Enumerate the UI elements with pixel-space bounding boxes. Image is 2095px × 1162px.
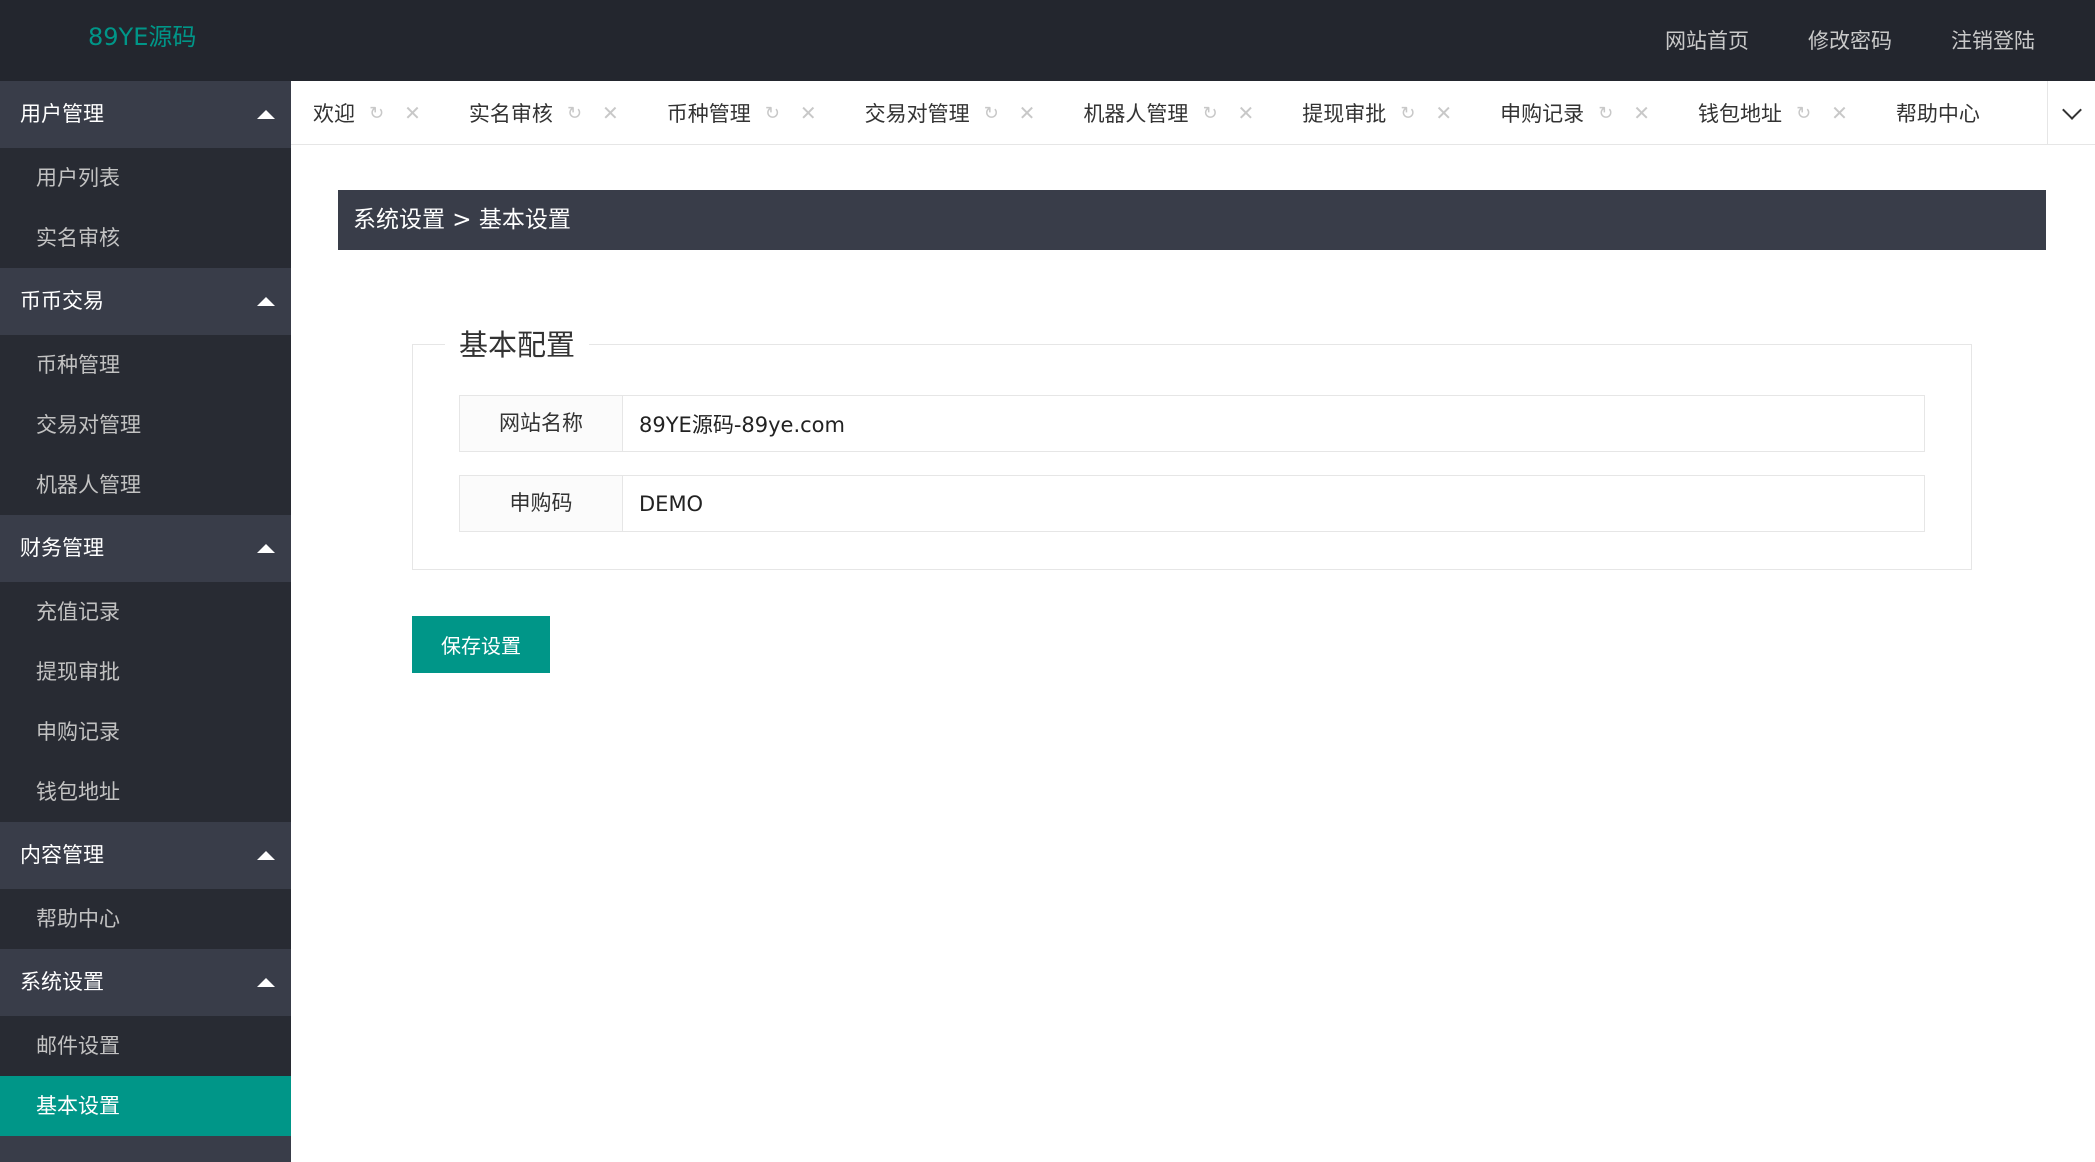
menu-group-system: 系统设置 邮件设置 基本设置 bbox=[0, 949, 291, 1136]
purchase-code-label: 申购码 bbox=[460, 476, 623, 531]
fieldset-legend: 基本配置 bbox=[445, 326, 590, 364]
refresh-icon[interactable]: ↻ bbox=[369, 103, 384, 124]
submenu: 充值记录 提现审批 申购记录 钱包地址 bbox=[0, 582, 291, 822]
tab-label: 欢迎 bbox=[313, 102, 355, 126]
tab-identity-review[interactable]: 实名审核 ↻ ✕ bbox=[468, 81, 619, 144]
purchase-code-input[interactable] bbox=[623, 476, 1924, 531]
caret-up-icon bbox=[257, 544, 275, 553]
tab-purchase-records[interactable]: 申购记录 ↻ ✕ bbox=[1500, 81, 1650, 144]
nav-home-link[interactable]: 网站首页 bbox=[1665, 4, 1749, 78]
sidebar-item-coin-management[interactable]: 币种管理 bbox=[0, 335, 291, 395]
breadcrumb: 系统设置 > 基本设置 bbox=[338, 190, 2046, 250]
sidebar-item-pair-management[interactable]: 交易对管理 bbox=[0, 395, 291, 455]
site-name-label: 网站名称 bbox=[460, 396, 623, 451]
tab-robot-management[interactable]: 机器人管理 ↻ ✕ bbox=[1083, 81, 1255, 144]
tab-coin-management[interactable]: 币种管理 ↻ ✕ bbox=[666, 81, 817, 144]
menu-group-trade: 币币交易 币种管理 交易对管理 机器人管理 bbox=[0, 268, 291, 515]
tab-label: 币种管理 bbox=[666, 102, 751, 126]
sidebar-item-recharge-records[interactable]: 充值记录 bbox=[0, 582, 291, 642]
refresh-icon[interactable]: ↻ bbox=[1400, 103, 1415, 124]
menu-group-content: 内容管理 帮助中心 bbox=[0, 822, 291, 949]
menu-group-label: 用户管理 bbox=[20, 102, 104, 126]
submenu: 邮件设置 基本设置 bbox=[0, 1016, 291, 1136]
refresh-icon[interactable]: ↻ bbox=[984, 103, 999, 124]
close-icon[interactable]: ✕ bbox=[1019, 101, 1036, 125]
close-icon[interactable]: ✕ bbox=[1238, 101, 1255, 125]
menu-group-title[interactable]: 系统设置 bbox=[0, 949, 291, 1016]
tab-list: 欢迎 ↻ ✕ 实名审核 ↻ ✕ 币种管理 ↻ ✕ 交易对管理 ↻ ✕ 机器人管理… bbox=[291, 81, 2095, 144]
tab-label: 帮助中心 bbox=[1895, 102, 1980, 126]
tab-help-center[interactable]: 帮助中心 bbox=[1895, 81, 1980, 144]
sidebar-item-mail-settings[interactable]: 邮件设置 bbox=[0, 1016, 291, 1076]
refresh-icon[interactable]: ↻ bbox=[1202, 103, 1217, 124]
nav-logout-link[interactable]: 注销登陆 bbox=[1951, 4, 2035, 78]
menu-group-label: 财务管理 bbox=[20, 536, 104, 560]
tab-pair-management[interactable]: 交易对管理 ↻ ✕ bbox=[864, 81, 1036, 144]
tab-welcome[interactable]: 欢迎 ↻ ✕ bbox=[313, 81, 421, 144]
sidebar-item-help-center[interactable]: 帮助中心 bbox=[0, 889, 291, 949]
tab-label: 申购记录 bbox=[1500, 102, 1585, 126]
nav-change-password-link[interactable]: 修改密码 bbox=[1808, 4, 1892, 78]
close-icon[interactable]: ✕ bbox=[602, 101, 619, 125]
save-settings-button[interactable]: 保存设置 bbox=[412, 616, 550, 673]
tabs-dropdown-button[interactable] bbox=[2047, 81, 2095, 144]
refresh-icon[interactable]: ↻ bbox=[567, 103, 582, 124]
menu-group-finance: 财务管理 充值记录 提现审批 申购记录 钱包地址 bbox=[0, 515, 291, 822]
close-icon[interactable]: ✕ bbox=[800, 101, 817, 125]
menu-group-title[interactable]: 用户管理 bbox=[0, 81, 291, 148]
site-name-row: 网站名称 bbox=[459, 395, 1925, 452]
sidebar-item-wallet-address[interactable]: 钱包地址 bbox=[0, 762, 291, 822]
caret-up-icon bbox=[257, 978, 275, 987]
caret-up-icon bbox=[257, 851, 275, 860]
tab-label: 实名审核 bbox=[468, 102, 553, 126]
tab-label: 交易对管理 bbox=[864, 102, 970, 126]
submenu: 帮助中心 bbox=[0, 889, 291, 949]
sidebar-item-withdraw-approval[interactable]: 提现审批 bbox=[0, 642, 291, 702]
tab-label: 机器人管理 bbox=[1083, 102, 1189, 126]
sidebar-item-purchase-records[interactable]: 申购记录 bbox=[0, 702, 291, 762]
sidebar-item-robot-management[interactable]: 机器人管理 bbox=[0, 455, 291, 515]
sidebar: 用户管理 用户列表 实名审核 币币交易 币种管理 交易对管理 机器人管理 财务管… bbox=[0, 81, 291, 1162]
chevron-down-icon bbox=[2061, 100, 2082, 120]
close-icon[interactable]: ✕ bbox=[1435, 101, 1452, 125]
menu-group-title[interactable]: 币币交易 bbox=[0, 268, 291, 335]
menu-group-title[interactable]: 财务管理 bbox=[0, 515, 291, 582]
tab-bar: 欢迎 ↻ ✕ 实名审核 ↻ ✕ 币种管理 ↻ ✕ 交易对管理 ↻ ✕ 机器人管理… bbox=[291, 81, 2095, 145]
top-header: 89YE源码 网站首页 修改密码 注销登陆 bbox=[0, 0, 2095, 81]
close-icon[interactable]: ✕ bbox=[404, 101, 421, 125]
caret-up-icon bbox=[257, 297, 275, 306]
tab-label: 提现审批 bbox=[1302, 102, 1387, 126]
close-icon[interactable]: ✕ bbox=[1633, 101, 1650, 125]
purchase-code-row: 申购码 bbox=[459, 475, 1925, 532]
basic-config-fieldset: 基本配置 网站名称 申购码 bbox=[412, 326, 1972, 570]
close-icon[interactable]: ✕ bbox=[1831, 101, 1848, 125]
tab-wallet-address[interactable]: 钱包地址 ↻ ✕ bbox=[1698, 81, 1848, 144]
sidebar-item-basic-settings[interactable]: 基本设置 bbox=[0, 1076, 291, 1136]
caret-up-icon bbox=[257, 110, 275, 119]
refresh-icon[interactable]: ↻ bbox=[1598, 103, 1613, 124]
top-nav: 网站首页 修改密码 注销登陆 bbox=[1606, 0, 2035, 81]
tab-label: 钱包地址 bbox=[1698, 102, 1783, 126]
submenu: 用户列表 实名审核 bbox=[0, 148, 291, 268]
submenu: 币种管理 交易对管理 机器人管理 bbox=[0, 335, 291, 515]
logo[interactable]: 89YE源码 bbox=[88, 0, 196, 81]
menu-group-title[interactable]: 内容管理 bbox=[0, 822, 291, 889]
main-content: 系统设置 > 基本设置 基本配置 网站名称 申购码 保存设置 bbox=[291, 146, 2095, 1162]
tab-withdraw-approval[interactable]: 提现审批 ↻ ✕ bbox=[1302, 81, 1452, 144]
menu-group-label: 系统设置 bbox=[20, 970, 104, 994]
menu-group-label: 内容管理 bbox=[20, 843, 104, 867]
menu-group-user: 用户管理 用户列表 实名审核 bbox=[0, 81, 291, 268]
menu-group-label: 币币交易 bbox=[20, 289, 104, 313]
refresh-icon[interactable]: ↻ bbox=[765, 103, 780, 124]
site-name-input[interactable] bbox=[623, 396, 1924, 451]
sidebar-item-identity-review[interactable]: 实名审核 bbox=[0, 208, 291, 268]
refresh-icon[interactable]: ↻ bbox=[1796, 103, 1811, 124]
sidebar-item-user-list[interactable]: 用户列表 bbox=[0, 148, 291, 208]
